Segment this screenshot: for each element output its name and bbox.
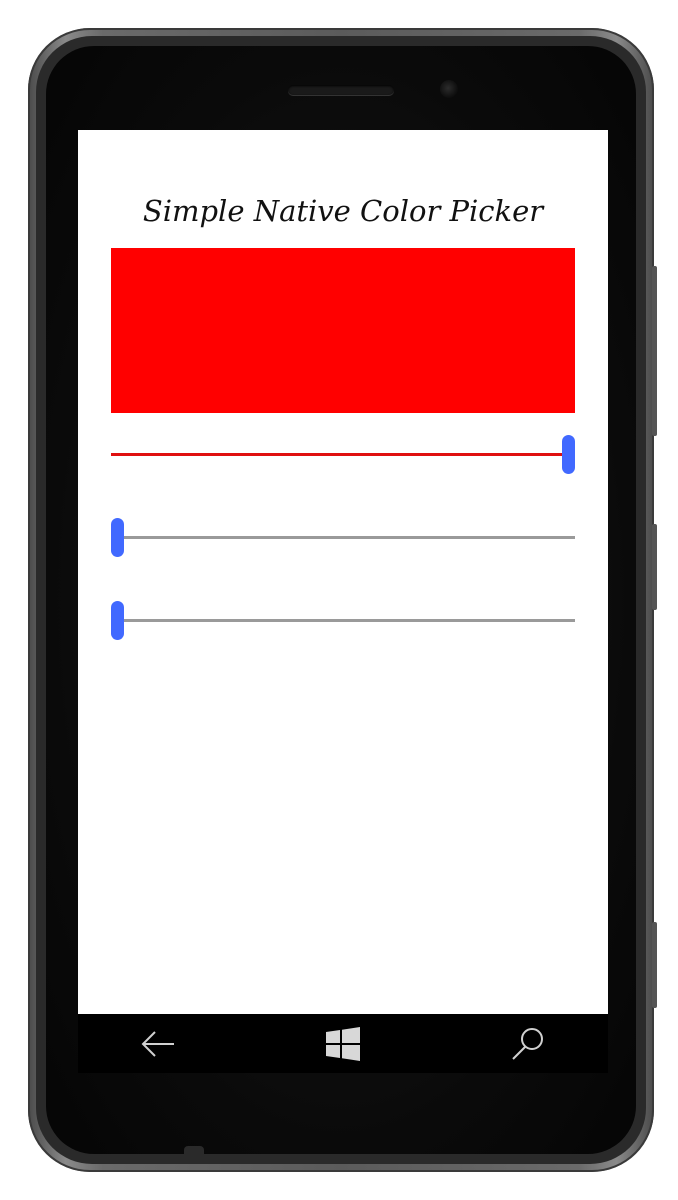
power-button: [652, 524, 657, 610]
search-icon: [510, 1026, 546, 1062]
windows-logo-icon: [326, 1026, 360, 1061]
slider-fill: [111, 453, 569, 456]
start-button[interactable]: [293, 1014, 393, 1073]
bottom-edge-notch: [184, 1146, 204, 1154]
navigation-bar: [78, 1014, 608, 1073]
color-preview-swatch: [111, 248, 575, 413]
back-arrow-icon: [140, 1029, 176, 1059]
green-slider[interactable]: [111, 518, 575, 558]
page-title: Simple Native Color Picker: [142, 194, 544, 228]
slider-thumb[interactable]: [111, 518, 124, 557]
blue-slider[interactable]: [111, 601, 575, 641]
earpiece-speaker: [288, 85, 394, 95]
slider-track: [111, 619, 575, 622]
slider-track: [111, 536, 575, 539]
red-slider[interactable]: [111, 435, 575, 475]
camera-button: [652, 922, 657, 1008]
back-button[interactable]: [108, 1014, 208, 1073]
slider-thumb[interactable]: [562, 435, 575, 474]
slider-thumb[interactable]: [111, 601, 124, 640]
search-button[interactable]: [478, 1014, 578, 1073]
volume-up-button: [652, 266, 657, 436]
front-camera: [440, 80, 458, 98]
app-screen: Simple Native Color Picker: [78, 130, 608, 1014]
